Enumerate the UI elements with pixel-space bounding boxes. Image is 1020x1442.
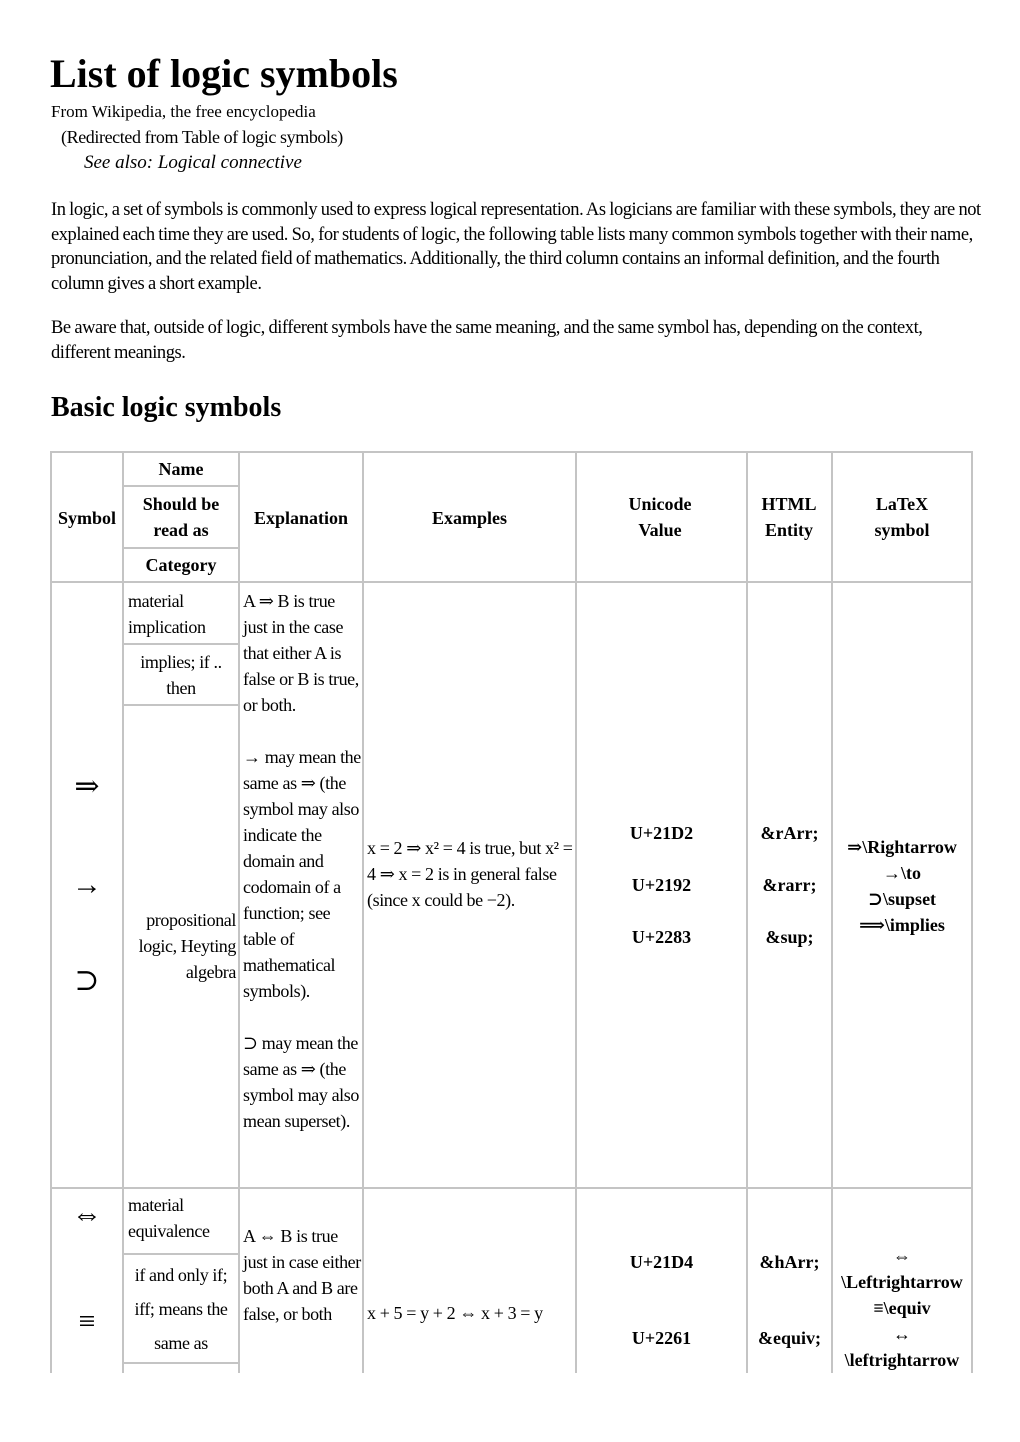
latex-command: \Leftrightarrow	[841, 1272, 963, 1292]
unicode-value: U+21D4	[629, 1252, 694, 1272]
row-explanation: A ⇔ B is true just in case either both A…	[243, 1226, 361, 1324]
read-as-text: if and only if; iff; means the same as	[134, 1265, 228, 1353]
html-entity: &hArr;	[759, 1252, 820, 1272]
double-left-right-arrow-symbol: ⇔	[72, 1198, 102, 1231]
row-name[interactable]: material equivalence	[128, 1192, 236, 1244]
latex-command: \equiv	[883, 1298, 931, 1318]
row-example: x + 5 = y + 2 ⇔ x + 3 = y	[367, 1303, 543, 1323]
latex-glyph: ↔	[893, 1324, 911, 1344]
row-read-as: if and only if; iff; means the same as	[124, 1258, 238, 1360]
latex-entry: ≡\equiv	[833, 1295, 971, 1321]
latex-glyph: ≡	[873, 1298, 884, 1318]
html-entity: &equiv;	[758, 1328, 821, 1348]
equivalence-symbol: ≡	[78, 1305, 96, 1338]
latex-command: \leftrightarrow	[844, 1350, 960, 1370]
latex-symbols: ⇔ \Leftrightarrow ≡\equiv ↔ \leftrightar…	[833, 1243, 971, 1373]
unicode-value: U+2261	[631, 1328, 692, 1348]
table-row: ⇔ ≡ material equivalence if and only if;…	[0, 0, 1020, 1373]
latex-glyph: ⇔	[893, 1246, 911, 1266]
